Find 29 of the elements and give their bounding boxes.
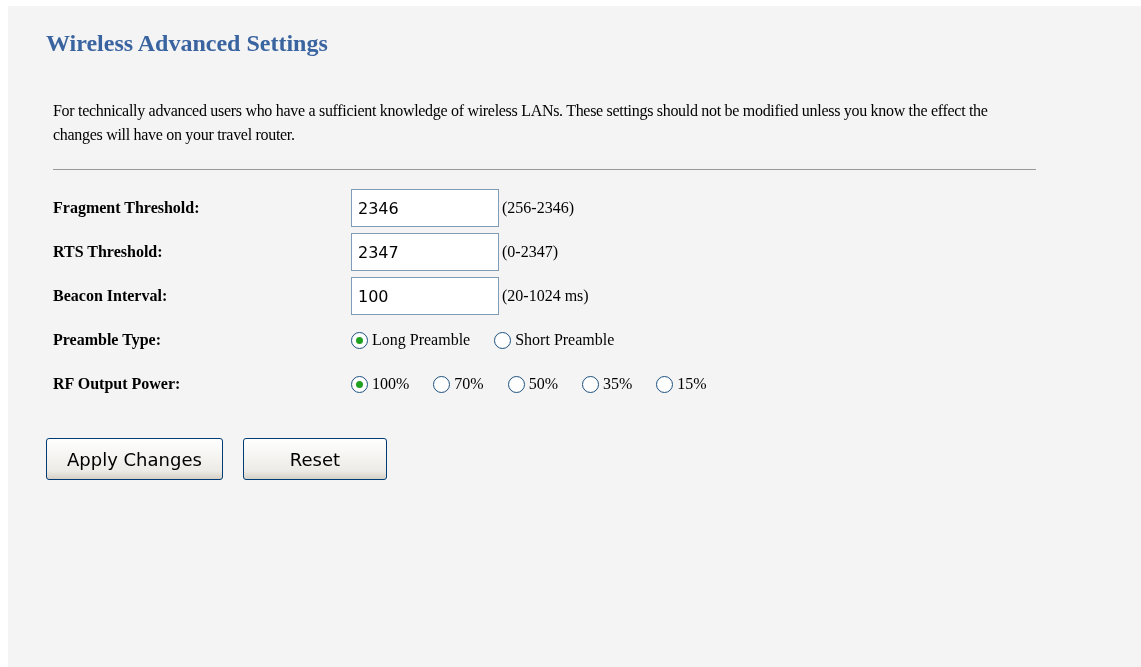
radio-label: 70%	[454, 375, 484, 393]
range-hint: (20-1024 ms)	[502, 287, 589, 305]
input-field[interactable]: 2347	[351, 233, 499, 271]
apply-button[interactable]: Apply Changes	[46, 438, 223, 480]
radio-button[interactable]	[656, 375, 674, 393]
range-hint: (0-2347)	[502, 243, 558, 261]
field-label: Beacon Interval:	[53, 287, 169, 305]
radio-label: Short Preamble	[515, 331, 615, 349]
input-field[interactable]: 2346	[351, 189, 499, 227]
field-label: Fragment Threshold:	[53, 199, 201, 217]
radio-button[interactable]	[433, 375, 451, 393]
range-hint: (256-2346)	[502, 199, 574, 217]
field-label: RTS Threshold:	[53, 243, 164, 261]
radio-label: 35%	[603, 375, 633, 393]
radio-button[interactable]	[494, 331, 512, 349]
radio-button[interactable]	[351, 331, 368, 349]
page-title: Wireless Advanced Settings	[46, 30, 329, 57]
radio-label: 100%	[372, 375, 410, 393]
radio-label: Long Preamble	[372, 331, 471, 349]
radio-button[interactable]	[507, 375, 525, 393]
input-field[interactable]: 100	[351, 277, 499, 315]
radio-button[interactable]	[351, 375, 368, 393]
field-label: Preamble Type:	[53, 331, 162, 349]
description-text: For technically advanced users who have a sufficient knowledge of wireless LANs. These settings should not be modified unless you know the effect the changes will have on your travel router.	[53, 101, 989, 146]
radio-button[interactable]	[582, 375, 599, 393]
radio-label: 50%	[528, 375, 558, 393]
reset-button[interactable]: Reset	[242, 438, 388, 480]
radio-label: 15%	[677, 375, 707, 393]
field-label: RF Output Power:	[53, 375, 182, 393]
